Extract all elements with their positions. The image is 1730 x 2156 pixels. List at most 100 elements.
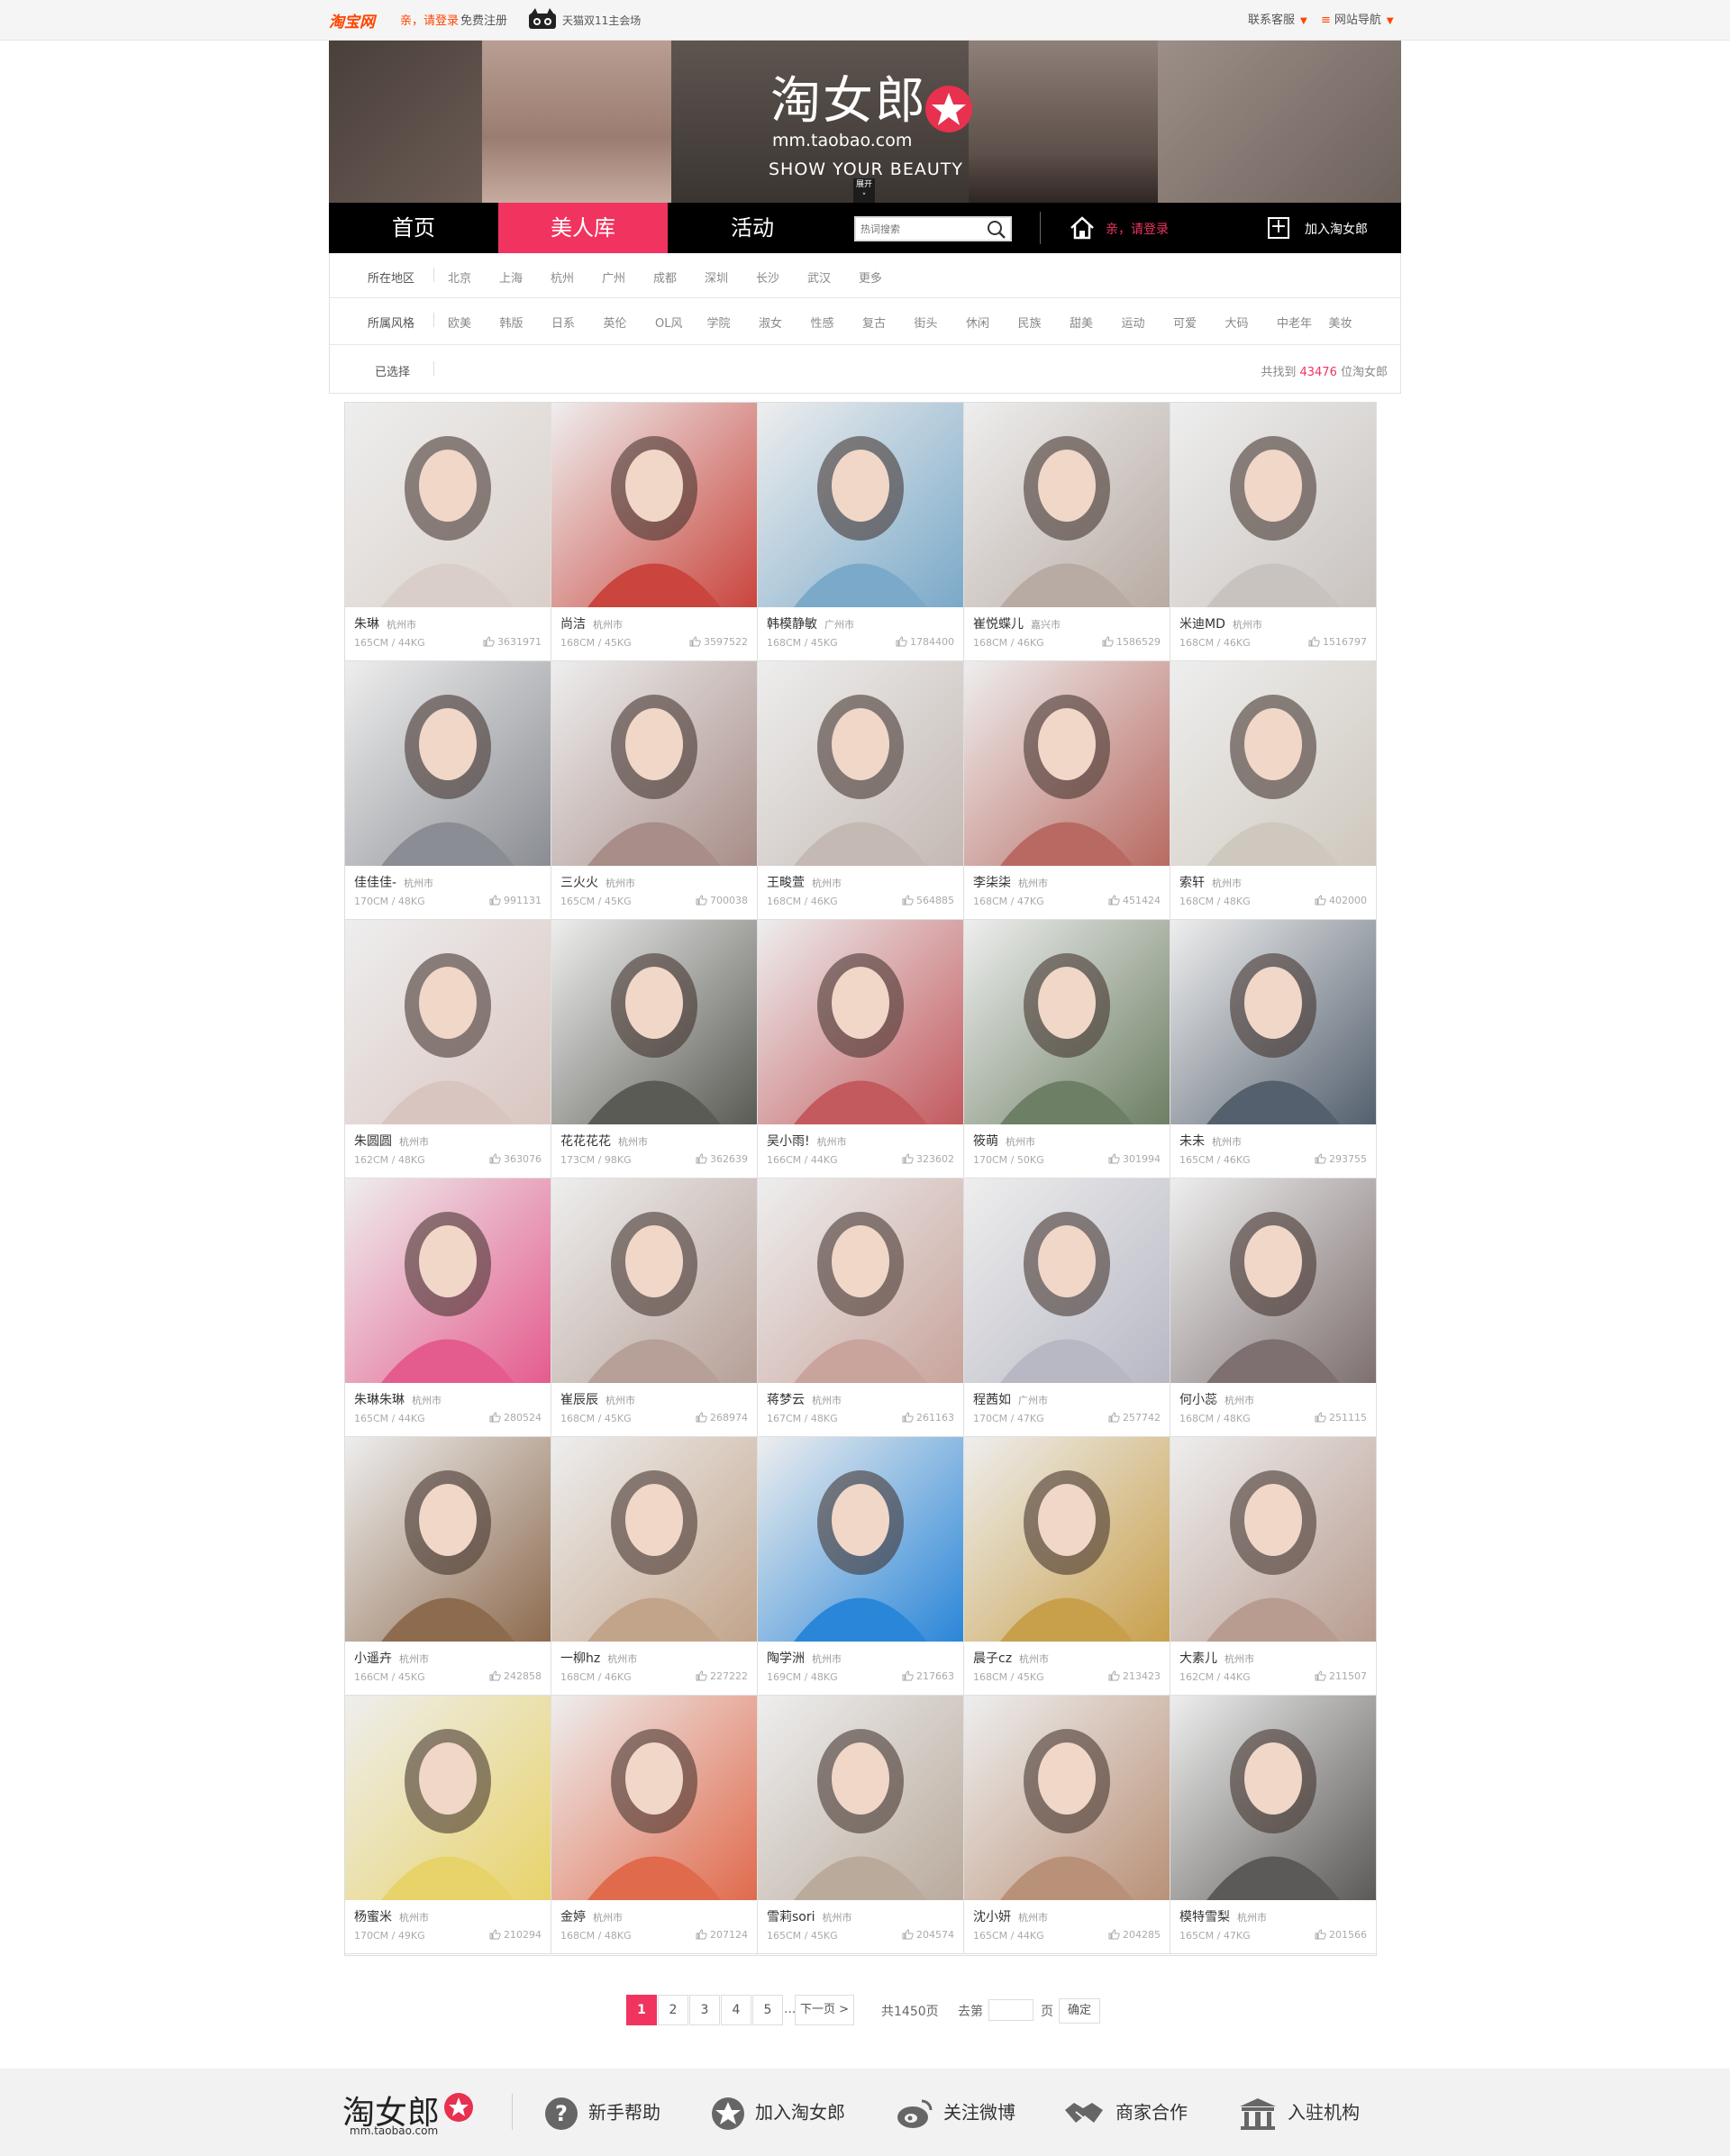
like-count[interactable]: 217663 bbox=[902, 1670, 954, 1682]
site-nav-link[interactable]: ≡ 网站导航 ▼ bbox=[1321, 10, 1394, 27]
model-card[interactable]: 韩模静敏 广州市 168CM / 45KG 1784400 bbox=[758, 403, 964, 661]
model-name[interactable]: 未未 bbox=[1179, 1134, 1205, 1149]
model-name[interactable]: 杨蜜米 bbox=[354, 1910, 392, 1924]
model-name[interactable]: 蒋梦云 bbox=[767, 1393, 805, 1407]
model-photo[interactable] bbox=[964, 1437, 1170, 1642]
model-card[interactable]: 朱琳 杭州市 165CM / 44KG 3631971 bbox=[345, 403, 551, 661]
model-card[interactable]: 吴小雨! 杭州市 166CM / 44KG 323602 bbox=[758, 920, 964, 1178]
model-name[interactable]: 一柳hz bbox=[560, 1651, 600, 1666]
model-card[interactable]: 蒋梦云 杭州市 167CM / 48KG 261163 bbox=[758, 1178, 964, 1437]
footer-join-link[interactable]: 加入淘女郎 bbox=[710, 2096, 845, 2132]
model-photo[interactable] bbox=[1170, 1437, 1376, 1642]
like-count[interactable]: 257742 bbox=[1108, 1412, 1161, 1424]
filter-option[interactable]: 可爱 bbox=[1173, 314, 1225, 331]
model-photo[interactable] bbox=[345, 1178, 551, 1383]
filter-option[interactable]: 长沙 bbox=[756, 268, 807, 286]
model-photo[interactable] bbox=[551, 920, 757, 1124]
model-name[interactable]: 李柒柒 bbox=[973, 876, 1011, 890]
like-count[interactable]: 362639 bbox=[696, 1153, 748, 1165]
model-card[interactable]: 未未 杭州市 165CM / 46KG 293755 bbox=[1170, 920, 1377, 1178]
nav-activities[interactable]: 活动 bbox=[668, 203, 837, 253]
customer-service-link[interactable]: 联系客服 ▼ bbox=[1248, 10, 1307, 27]
model-card[interactable]: 大素儿 杭州市 162CM / 44KG 211507 bbox=[1170, 1437, 1377, 1696]
model-card[interactable]: 雪莉sori 杭州市 165CM / 45KG 204574 bbox=[758, 1696, 964, 1954]
filter-option[interactable]: 休闲 bbox=[966, 314, 1018, 331]
model-photo[interactable] bbox=[1170, 1178, 1376, 1383]
tmall-double11-link[interactable]: 天猫双11主会场 bbox=[562, 13, 641, 28]
model-photo[interactable] bbox=[551, 403, 757, 607]
like-count[interactable]: 323602 bbox=[902, 1153, 954, 1165]
model-photo[interactable] bbox=[758, 1437, 963, 1642]
model-photo[interactable] bbox=[758, 661, 963, 866]
like-count[interactable]: 201566 bbox=[1315, 1929, 1367, 1941]
like-count[interactable]: 210294 bbox=[489, 1929, 542, 1941]
model-photo[interactable] bbox=[1170, 920, 1376, 1124]
like-count[interactable]: 451424 bbox=[1108, 895, 1161, 906]
model-card[interactable]: 晨子cz 杭州市 168CM / 45KG 213423 bbox=[964, 1437, 1170, 1696]
model-name[interactable]: 大素儿 bbox=[1179, 1651, 1217, 1666]
model-name[interactable]: 雪莉sori bbox=[767, 1910, 815, 1924]
model-name[interactable]: 金婷 bbox=[560, 1910, 586, 1924]
like-count[interactable]: 207124 bbox=[696, 1929, 748, 1941]
nav-home[interactable]: 首页 bbox=[329, 203, 498, 253]
model-card[interactable]: 崔辰辰 杭州市 168CM / 45KG 268974 bbox=[551, 1178, 758, 1437]
footer-weibo-link[interactable]: 关注微博 bbox=[895, 2096, 1015, 2132]
page-4[interactable]: 4 bbox=[721, 1995, 751, 2025]
model-card[interactable]: 王畯萱 杭州市 168CM / 46KG 564885 bbox=[758, 661, 964, 920]
model-name[interactable]: 索轩 bbox=[1179, 876, 1205, 890]
register-link[interactable]: 免费注册 bbox=[460, 11, 507, 28]
like-count[interactable]: 1784400 bbox=[896, 636, 954, 648]
filter-option[interactable]: 韩版 bbox=[500, 314, 552, 331]
nav-login-link[interactable]: 亲，请登录 bbox=[1106, 220, 1169, 238]
like-count[interactable]: 700038 bbox=[696, 895, 748, 906]
page-number-input[interactable] bbox=[988, 1999, 1033, 2021]
model-name[interactable]: 朱琳 bbox=[354, 617, 379, 632]
join-link[interactable]: 加入淘女郎 bbox=[1305, 220, 1368, 238]
model-name[interactable]: 王畯萱 bbox=[767, 876, 805, 890]
model-name[interactable]: 朱琳朱琳 bbox=[354, 1393, 405, 1407]
like-count[interactable]: 227222 bbox=[696, 1670, 748, 1682]
model-photo[interactable] bbox=[345, 1696, 551, 1900]
filter-option[interactable]: 欧美 bbox=[448, 314, 500, 331]
model-photo[interactable] bbox=[1170, 403, 1376, 607]
filter-option[interactable]: OL风 bbox=[655, 314, 707, 331]
model-photo[interactable] bbox=[964, 1178, 1170, 1383]
expand-button[interactable]: 展开 ˅ bbox=[853, 178, 875, 203]
model-name[interactable]: 模特雪梨 bbox=[1179, 1910, 1230, 1924]
nav-beauty-library[interactable]: 美人库 bbox=[498, 203, 668, 253]
like-count[interactable]: 204285 bbox=[1108, 1929, 1161, 1941]
like-count[interactable]: 991131 bbox=[489, 895, 542, 906]
like-count[interactable]: 242858 bbox=[489, 1670, 542, 1682]
model-card[interactable]: 花花花花 杭州市 173CM / 98KG 362639 bbox=[551, 920, 758, 1178]
filter-option[interactable]: 杭州 bbox=[551, 268, 602, 286]
filter-option[interactable]: 甜美 bbox=[1070, 314, 1122, 331]
model-name[interactable]: 筱萌 bbox=[973, 1134, 998, 1149]
like-count[interactable]: 301994 bbox=[1108, 1153, 1161, 1165]
filter-option[interactable]: 中老年 bbox=[1277, 314, 1329, 331]
footer-help-link[interactable]: ? 新手帮助 bbox=[543, 2096, 660, 2132]
like-count[interactable]: 3597522 bbox=[689, 636, 748, 648]
like-count[interactable]: 293755 bbox=[1315, 1153, 1367, 1165]
model-photo[interactable] bbox=[964, 403, 1170, 607]
model-photo[interactable] bbox=[1170, 1696, 1376, 1900]
model-card[interactable]: 筱萌 杭州市 170CM / 50KG 301994 bbox=[964, 920, 1170, 1178]
like-count[interactable]: 211507 bbox=[1315, 1670, 1367, 1682]
filter-option[interactable]: 学院 bbox=[707, 314, 760, 331]
like-count[interactable]: 3631971 bbox=[483, 636, 542, 648]
filter-option[interactable]: 性感 bbox=[811, 314, 863, 331]
model-name[interactable]: 晨子cz bbox=[973, 1651, 1012, 1666]
model-name[interactable]: 佳佳佳- bbox=[354, 876, 396, 890]
model-card[interactable]: 沈小妍 杭州市 165CM / 44KG 204285 bbox=[964, 1696, 1170, 1954]
model-name[interactable]: 崔悦蝶儿 bbox=[973, 617, 1024, 632]
model-photo[interactable] bbox=[758, 1178, 963, 1383]
model-name[interactable]: 朱圆圆 bbox=[354, 1134, 392, 1149]
filter-option[interactable]: 深圳 bbox=[705, 268, 756, 286]
filter-option[interactable]: 美妆 bbox=[1329, 314, 1381, 331]
model-card[interactable]: 程茜如 广州市 170CM / 47KG 257742 bbox=[964, 1178, 1170, 1437]
model-photo[interactable] bbox=[551, 1178, 757, 1383]
top-login-link[interactable]: 亲，请登录 bbox=[400, 11, 459, 28]
model-photo[interactable] bbox=[758, 1696, 963, 1900]
taobao-logo[interactable]: 淘宝网 bbox=[329, 9, 375, 32]
footer-logo[interactable]: 淘女郎 mm.taobao.com bbox=[342, 2087, 487, 2141]
model-card[interactable]: 陶学洲 杭州市 169CM / 48KG 217663 bbox=[758, 1437, 964, 1696]
